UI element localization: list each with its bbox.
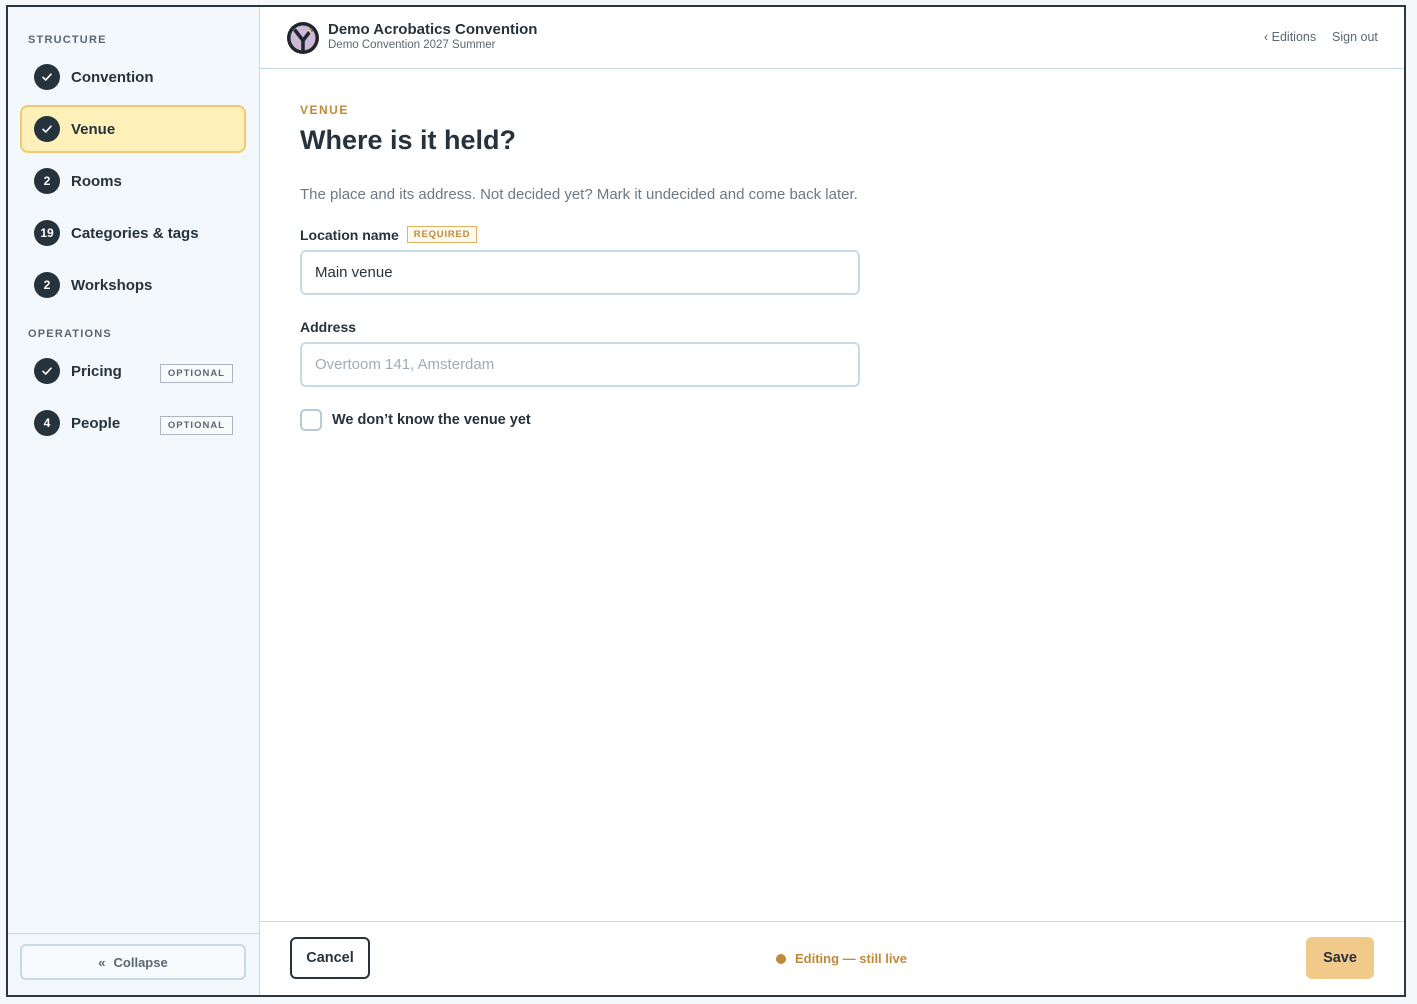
top-header: Demo Acrobatics Convention Demo Conventi… xyxy=(260,7,1404,69)
status-text: Editing — still live xyxy=(795,951,907,966)
cancel-button[interactable]: Cancel xyxy=(290,937,370,979)
sidebar-item-label: People xyxy=(71,414,121,432)
sidebar: STRUCTURE Convention Venue 2 Rooms 19 Ca… xyxy=(8,7,260,995)
save-button[interactable]: Save xyxy=(1306,937,1374,979)
sidebar-item-venue[interactable]: Venue xyxy=(20,105,246,153)
sidebar-item-people[interactable]: 4 People OPTIONAL xyxy=(20,399,246,447)
count-badge: 19 xyxy=(34,220,60,246)
check-icon xyxy=(34,64,60,90)
address-input[interactable] xyxy=(300,342,860,387)
section-label-operations: OPERATIONS xyxy=(28,328,112,340)
sidebar-item-label: Categories & tags xyxy=(71,224,199,242)
sidebar-item-label: Convention xyxy=(71,68,154,86)
location-name-input[interactable] xyxy=(300,250,860,295)
status-dot-icon xyxy=(776,953,786,964)
sidebar-item-label: Pricing xyxy=(71,362,122,380)
location-label-row: Location name REQUIRED xyxy=(300,226,860,243)
sign-out-link[interactable]: Sign out xyxy=(1332,30,1378,44)
sidebar-item-pricing[interactable]: Pricing OPTIONAL xyxy=(20,347,246,395)
location-label: Location name xyxy=(300,226,399,243)
action-footer: Cancel Editing — still live Save xyxy=(260,921,1404,995)
main-panel: Demo Acrobatics Convention Demo Conventi… xyxy=(260,7,1404,995)
count-badge: 4 xyxy=(34,410,60,436)
sidebar-item-label: Venue xyxy=(71,120,116,138)
optional-tag: OPTIONAL xyxy=(159,364,233,383)
collapse-button[interactable]: « Collapse xyxy=(20,944,246,980)
check-icon xyxy=(34,358,60,384)
double-chevron-left-icon: « xyxy=(98,954,106,970)
sidebar-item-label: Workshops xyxy=(71,276,153,294)
required-tag: REQUIRED xyxy=(406,226,478,243)
undecided-label: We don’t know the venue yet xyxy=(332,412,531,428)
undecided-checkbox-row[interactable]: We don’t know the venue yet xyxy=(300,409,860,431)
app-window: STRUCTURE Convention Venue 2 Rooms 19 Ca… xyxy=(6,5,1406,997)
sidebar-item-workshops[interactable]: 2 Workshops xyxy=(20,261,246,309)
venue-form: VENUE Where is it held? The place and it… xyxy=(300,103,860,431)
sidebar-item-convention[interactable]: Convention xyxy=(20,53,246,101)
undecided-checkbox[interactable] xyxy=(300,409,322,431)
page-title: Where is it held? xyxy=(300,125,517,155)
collapse-label: Collapse xyxy=(113,954,168,970)
check-icon xyxy=(34,116,60,142)
edition-name: Demo Convention 2027 Summer xyxy=(328,39,496,51)
address-label: Address xyxy=(300,319,357,335)
edit-status: Editing — still live xyxy=(776,951,907,966)
optional-tag: OPTIONAL xyxy=(159,416,233,435)
convention-logo-icon xyxy=(287,22,319,54)
count-badge: 2 xyxy=(34,272,60,298)
section-label-structure: STRUCTURE xyxy=(28,34,107,46)
sidebar-item-rooms[interactable]: 2 Rooms xyxy=(20,157,246,205)
editions-link[interactable]: ‹ Editions xyxy=(1264,30,1316,44)
page-description: The place and its address. Not decided y… xyxy=(300,186,858,203)
sidebar-item-categories[interactable]: 19 Categories & tags xyxy=(20,209,246,257)
sidebar-footer: « Collapse xyxy=(8,933,259,995)
org-name: Demo Acrobatics Convention xyxy=(328,21,538,38)
count-badge: 2 xyxy=(34,168,60,194)
section-eyebrow: VENUE xyxy=(300,103,349,117)
sidebar-item-label: Rooms xyxy=(71,172,122,190)
